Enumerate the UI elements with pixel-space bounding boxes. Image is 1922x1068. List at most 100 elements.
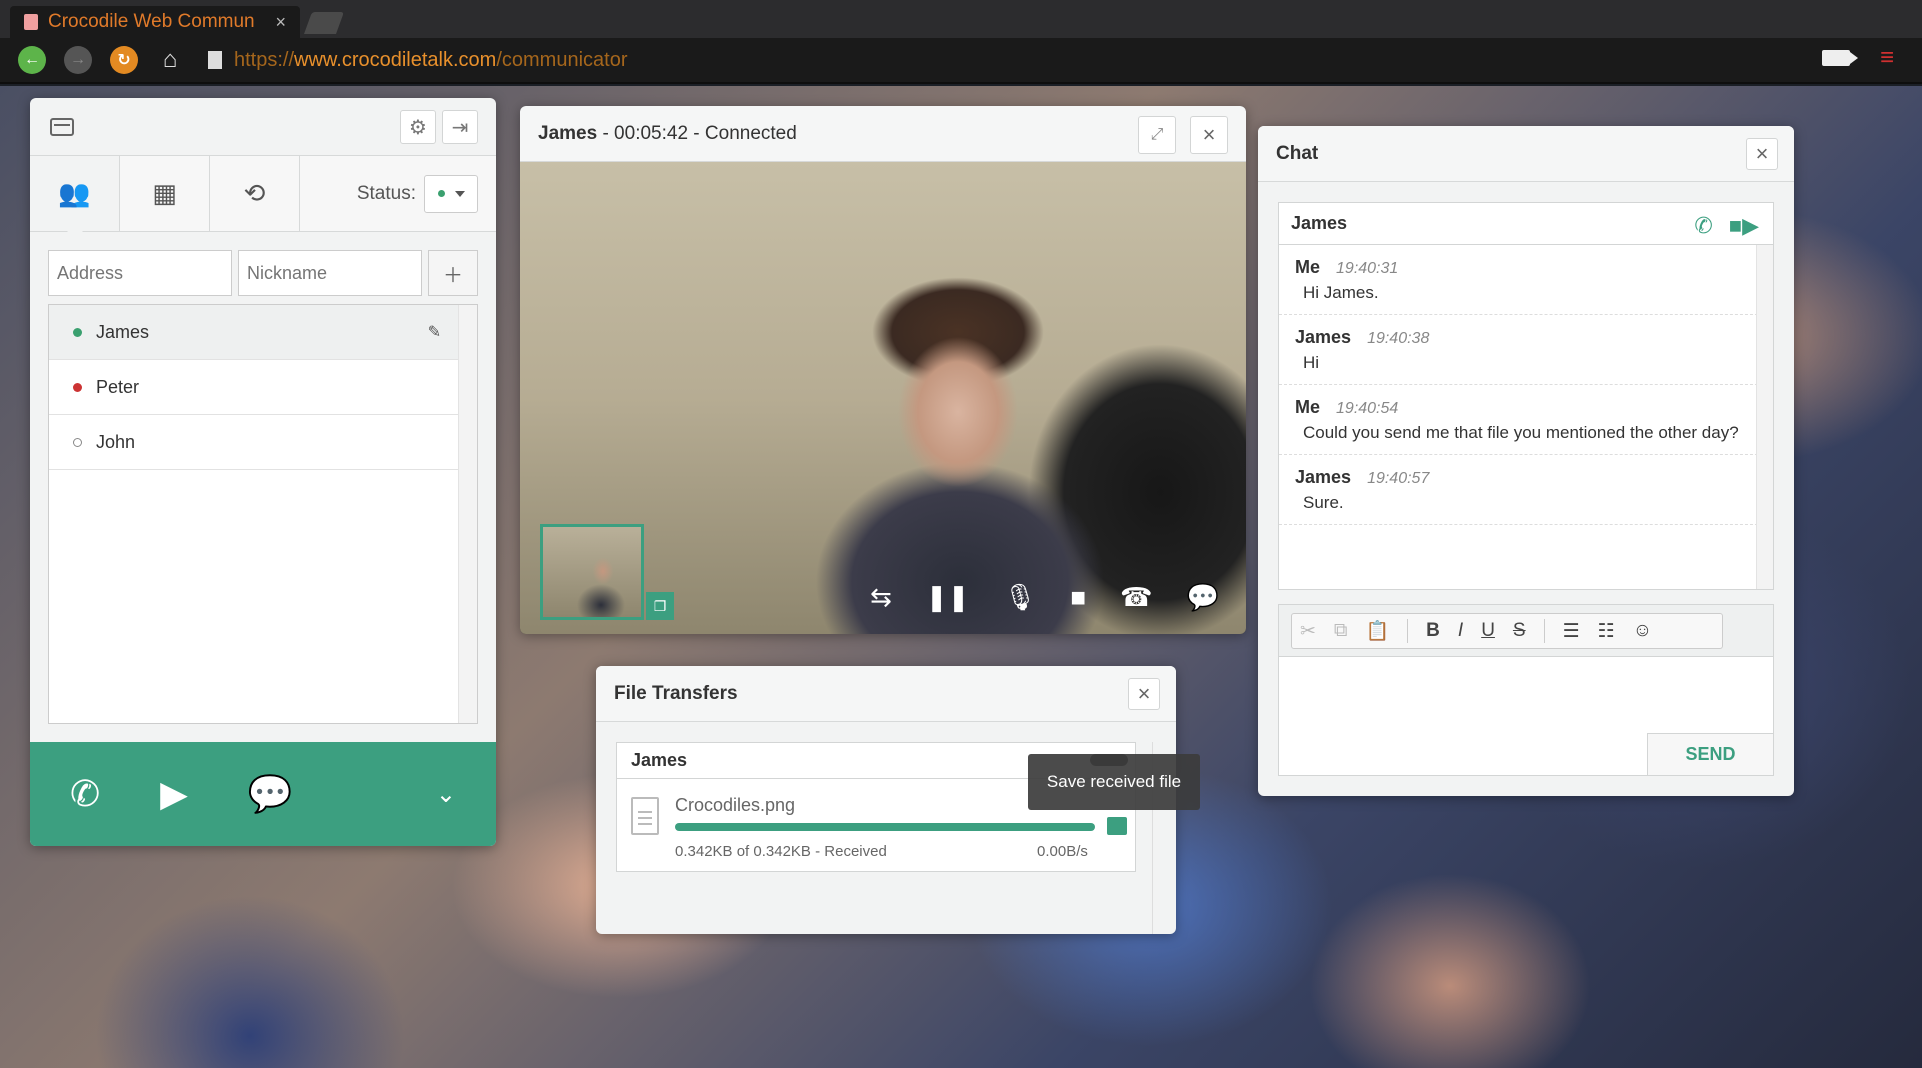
microphone-icon[interactable]: 🎙 (1003, 582, 1036, 613)
url-path: /communicator (496, 48, 628, 71)
formatting-toolbar: ✂ ⧉ 📋 B I U S ☰ ☷ ☺ (1291, 613, 1723, 649)
chat-message: Me 19:40:54 Could you send me that file y… (1279, 385, 1773, 455)
chat-icon[interactable]: 💬 (1187, 582, 1219, 613)
close-icon: × (1755, 141, 1769, 166)
nickname-input[interactable] (238, 250, 422, 296)
message-time: 19:40:57 (1367, 470, 1430, 487)
pause-icon[interactable]: ❚❚ (926, 582, 970, 613)
browser-tab[interactable]: Crocodile Web Commun × (10, 6, 300, 38)
close-icon: × (1202, 122, 1216, 147)
transfer-rate: 0.00B/s (1037, 843, 1088, 860)
swap-preview-button[interactable]: ❐ (646, 592, 674, 620)
address-input[interactable] (48, 250, 232, 296)
add-user-icon: ＋ (443, 264, 463, 287)
phone-icon[interactable]: ✆ (70, 773, 100, 815)
new-tab-button[interactable] (303, 12, 345, 34)
chat-conversation: James ✆ ■▶ Me 19:40:31 Hi James. James 19:… (1278, 202, 1774, 590)
tab-contacts[interactable]: 👥 (30, 156, 120, 239)
camera-icon[interactable]: ■ (1070, 582, 1086, 613)
home-icon[interactable]: ⌂ (156, 46, 184, 74)
message-text: Hi James. (1303, 283, 1379, 302)
history-icon: ⟲ (243, 178, 266, 208)
settings-button[interactable]: ⚙ (400, 110, 436, 144)
remote-video: ❐ ⇆ ❚❚ 🎙 ■ ☎ 💬 (520, 162, 1246, 634)
save-tooltip: Save received file (1028, 754, 1200, 810)
pencil-icon[interactable]: ✎ (428, 322, 441, 342)
tab-close-icon[interactable]: × (275, 12, 286, 33)
contact-item-peter[interactable]: Peter (49, 360, 459, 415)
chat-message: James 19:40:57 Sure. (1279, 455, 1773, 525)
contact-item-james[interactable]: James ✎ (49, 305, 459, 360)
tab-history[interactable]: ⟲ (210, 156, 300, 231)
hangup-icon[interactable]: ☎ (1120, 582, 1152, 613)
online-status-icon (73, 327, 82, 337)
message-sender: Me (1295, 257, 1321, 277)
underline-icon[interactable]: U (1481, 620, 1495, 642)
tab-dialpad[interactable]: ▦ (120, 156, 210, 231)
add-contact-button[interactable]: ＋ (428, 250, 478, 296)
contact-name: John (96, 431, 136, 452)
busy-status-icon (73, 382, 82, 392)
contact-name: Peter (96, 376, 140, 397)
logout-button[interactable]: ⇥ (442, 110, 478, 144)
chat-title: Chat (1276, 142, 1319, 164)
bullet-list-icon[interactable]: ☰ (1563, 620, 1580, 643)
address-bar[interactable]: https://www.crocodiletalk.com/communicat… (234, 49, 627, 72)
phone-icon[interactable]: ✆ (1694, 213, 1712, 239)
status-dot (437, 190, 445, 197)
logout-icon: ⇥ (451, 116, 469, 139)
tab-title: Crocodile Web Commun (48, 11, 255, 32)
smiley-icon[interactable]: ☺ (1633, 620, 1652, 642)
transfer-icon[interactable]: ⇆ (870, 582, 892, 613)
transfer-progress-bar (675, 823, 1095, 831)
chevron-down-icon[interactable]: ⌄ (436, 780, 456, 809)
page-icon (208, 51, 222, 69)
message-time: 19:40:31 (1336, 260, 1399, 277)
italic-icon[interactable]: I (1458, 620, 1463, 642)
status-label: Status: (356, 182, 416, 204)
camera-extension-icon[interactable] (1821, 50, 1858, 66)
message-time: 19:40:54 (1336, 400, 1399, 417)
call-title: James - 00:05:42 - Connected (538, 123, 797, 145)
cut-icon[interactable]: ✂ (1300, 620, 1316, 643)
chat-message: Me 19:40:31 Hi James. (1279, 245, 1773, 315)
url-scheme: https:// (234, 48, 295, 71)
expand-icon: ⤢ (1150, 126, 1164, 143)
url-host: www.crocodiletalk.com (294, 48, 497, 71)
chat-contact-name: James (1291, 213, 1348, 233)
reload-button[interactable]: ↻ (110, 46, 138, 74)
close-file-transfers-button[interactable]: × (1128, 678, 1160, 710)
browser-tabstrip: Crocodile Web Commun × (0, 0, 1922, 38)
browser-toolbar: ← → ↻ ⌂ https://www.crocodiletalk.com/co… (0, 38, 1922, 84)
video-camera-icon[interactable]: ■▶ (1729, 213, 1759, 239)
contact-item-john[interactable]: John (49, 415, 459, 470)
message-editor[interactable]: ✂ ⧉ 📋 B I U S ☰ ☷ ☺ SEND (1278, 604, 1774, 776)
numbered-list-icon[interactable]: ☷ (1598, 620, 1615, 643)
menu-icon[interactable]: ≡ (1880, 46, 1894, 70)
close-icon: × (1137, 681, 1151, 706)
bold-icon[interactable]: B (1426, 620, 1440, 642)
forward-button[interactable]: → (64, 46, 92, 74)
offline-status-icon (73, 437, 82, 447)
close-chat-button[interactable]: × (1746, 138, 1778, 170)
strikethrough-icon[interactable]: S (1513, 620, 1526, 642)
save-icon[interactable] (1107, 817, 1127, 835)
keypad-icon: ▦ (152, 178, 177, 208)
message-time: 19:40:38 (1367, 330, 1430, 347)
fullscreen-button[interactable]: ⤢ (1138, 116, 1176, 154)
video-camera-icon[interactable]: ▶ (160, 773, 188, 815)
status-select[interactable] (424, 174, 478, 213)
caller-name: James (538, 122, 598, 144)
copy-icon[interactable]: ⧉ (1334, 620, 1348, 642)
paste-icon[interactable]: 📋 (1366, 619, 1390, 643)
transfer-status: 0.342KB of 0.342KB - Received (675, 843, 887, 860)
chat-panel: Chat × James ✆ ■▶ Me 19:40:31 Hi James. J… (1258, 126, 1794, 796)
close-video-button[interactable]: × (1190, 116, 1228, 154)
send-button[interactable]: SEND (1647, 733, 1773, 775)
chevron-down-icon (454, 190, 465, 197)
local-video-preview[interactable] (540, 524, 644, 620)
chat-bubbles-icon[interactable]: 💬 (248, 773, 293, 815)
transfer-progress-fill (675, 823, 1095, 831)
back-button[interactable]: ← (18, 46, 46, 74)
message-text: Sure. (1303, 493, 1344, 512)
